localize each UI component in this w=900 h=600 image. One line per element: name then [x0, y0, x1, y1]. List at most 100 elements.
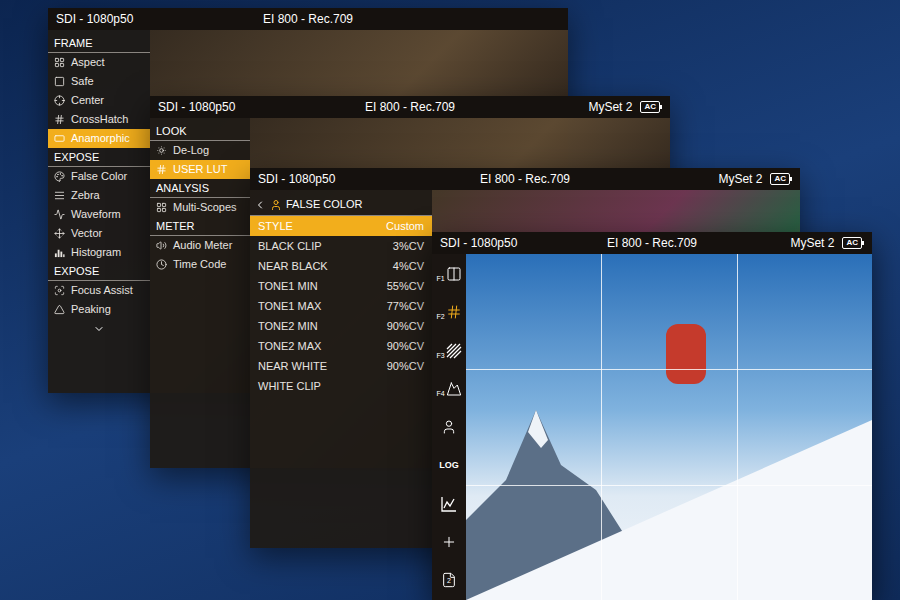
menu-item-label: Aspect — [71, 54, 105, 71]
toolbar-item[interactable]: F2 — [436, 300, 461, 324]
submenu-row[interactable]: STYLECustom — [250, 216, 432, 236]
menu-item-label: Audio Meter — [173, 237, 232, 254]
back-icon[interactable] — [254, 199, 266, 211]
page-number: 2 — [441, 572, 457, 588]
function-label: F3 — [436, 352, 444, 359]
log-button[interactable]: LOG — [439, 459, 459, 473]
menu-section: EXPOSE — [48, 148, 150, 167]
menu-item[interactable]: Anamorphic — [48, 129, 150, 148]
menu-item[interactable]: Zebra — [48, 186, 150, 205]
menu-item[interactable]: De-Log — [150, 141, 250, 160]
menu-item[interactable]: Time Code — [150, 255, 250, 274]
page-button[interactable]: 2 — [441, 572, 457, 588]
menu-item-label: Peaking — [71, 301, 111, 318]
add-icon[interactable] — [441, 534, 457, 550]
menu-item[interactable]: Multi-Scopes — [150, 198, 250, 217]
toolbar-item[interactable] — [441, 530, 457, 554]
menu-list: FRAMEAspectSafeCenterCrossHatchAnamorphi… — [48, 30, 150, 319]
submenu-title[interactable]: FALSE COLOR — [250, 194, 432, 216]
menu-item[interactable]: Waveform — [48, 205, 150, 224]
header-right: MySet 2 AC — [570, 170, 792, 188]
menu-item[interactable]: Audio Meter — [150, 236, 250, 255]
menu-item[interactable]: Focus Assist — [48, 281, 150, 300]
toolbar-item[interactable]: F1 — [436, 262, 461, 286]
exposure-setting: EI 800 - Rec.709 — [365, 98, 455, 116]
chevron-down-icon[interactable] — [93, 323, 105, 335]
live-video — [466, 254, 872, 600]
toolbar-item[interactable] — [441, 415, 457, 439]
row-value: 55%CV — [387, 278, 424, 295]
toolbar-item[interactable]: F4 — [436, 377, 461, 401]
menu-item-icon — [54, 209, 65, 220]
scopes-icon — [441, 496, 457, 512]
power-badge: AC — [770, 173, 792, 185]
function-button[interactable]: F4 — [436, 381, 461, 397]
preset-name: MySet 2 — [718, 170, 762, 188]
menu-item-icon — [156, 145, 167, 156]
menu-item[interactable]: False Color — [48, 167, 150, 186]
input-format: SDI - 1080p50 — [258, 170, 480, 188]
row-value: Custom — [386, 218, 424, 235]
menu-item-icon — [54, 285, 65, 296]
submenu-row[interactable]: TONE1 MIN55%CV — [250, 276, 432, 296]
menu-item[interactable]: Safe — [48, 72, 150, 91]
menu-item-icon — [54, 95, 65, 106]
menu-item-icon — [156, 164, 167, 175]
menu-item[interactable]: Histogram — [48, 243, 150, 262]
toolbar-item[interactable]: F3 — [436, 339, 461, 363]
submenu-row[interactable]: NEAR WHITE90%CV — [250, 356, 432, 376]
user-icon[interactable] — [441, 419, 457, 435]
menu-item-label: Zebra — [71, 187, 100, 204]
toolbar: F1 F2 F3 F4 LOG 2 — [432, 254, 466, 600]
header-right: MySet 2 AC — [455, 98, 662, 116]
menu-item-icon — [156, 240, 167, 251]
toolbar-item[interactable]: LOG — [439, 453, 459, 477]
menu-item-label: USER LUT — [173, 161, 227, 178]
toolbar-item[interactable]: 2 — [441, 568, 457, 592]
header-right: MySet 2AC — [697, 234, 864, 252]
submenu-row[interactable]: TONE1 MAX77%CV — [250, 296, 432, 316]
submenu-row[interactable]: BLACK CLIP3%CV — [250, 236, 432, 256]
canvas: SDI - 1080p50EI 800 - Rec.709FRAMEAspect… — [0, 0, 900, 600]
more-indicator[interactable] — [48, 319, 150, 335]
menu-item-label: CrossHatch — [71, 111, 128, 128]
skier-figure — [666, 324, 706, 384]
histogram-icon — [54, 247, 65, 258]
function-button[interactable]: F3 — [436, 343, 461, 359]
submenu-title-text: FALSE COLOR — [286, 196, 362, 213]
submenu-row[interactable]: NEAR BLACK4%CV — [250, 256, 432, 276]
toolbar-item[interactable] — [441, 492, 457, 516]
menu-section: EXPOSE — [48, 262, 150, 281]
crosshatch-line — [466, 485, 872, 486]
menu-item-label: Center — [71, 92, 104, 109]
crosshatch-line — [466, 369, 872, 370]
input-format: SDI - 1080p50 — [158, 98, 365, 116]
submenu-row[interactable]: TONE2 MAX90%CV — [250, 336, 432, 356]
menu-item-icon — [156, 259, 167, 270]
menu-item[interactable]: Vector — [48, 224, 150, 243]
battery-tip-icon — [862, 241, 864, 245]
row-label: NEAR WHITE — [258, 358, 327, 375]
menu-item[interactable]: CrossHatch — [48, 110, 150, 129]
menu-item[interactable]: USER LUT — [150, 160, 250, 179]
layer-body: F1 F2 F3 F4 LOG 2 — [432, 254, 872, 600]
battery-tip-icon — [790, 177, 792, 181]
row-label: TONE1 MAX — [258, 298, 321, 315]
menu-item-icon — [54, 57, 65, 68]
submenu-row[interactable]: WHITE CLIP — [250, 376, 432, 396]
menu-item-icon — [54, 304, 65, 315]
exposure-setting: EI 800 - Rec.709 — [607, 234, 697, 252]
menu-item-label: Vector — [71, 225, 102, 242]
menu-section: LOOK — [150, 122, 250, 141]
menu-item-icon — [54, 76, 65, 87]
function-button[interactable]: F2 — [436, 304, 461, 320]
menu-item[interactable]: Aspect — [48, 53, 150, 72]
menu-item[interactable]: Center — [48, 91, 150, 110]
submenu-row[interactable]: TONE2 MIN90%CV — [250, 316, 432, 336]
power-badge: AC — [640, 101, 662, 113]
menu-item[interactable]: Peaking — [48, 300, 150, 319]
crosshatch-line — [601, 254, 602, 600]
function-button[interactable]: F1 — [436, 266, 461, 282]
menu-item-label: Waveform — [71, 206, 121, 223]
preset-name: MySet 2 — [588, 98, 632, 116]
